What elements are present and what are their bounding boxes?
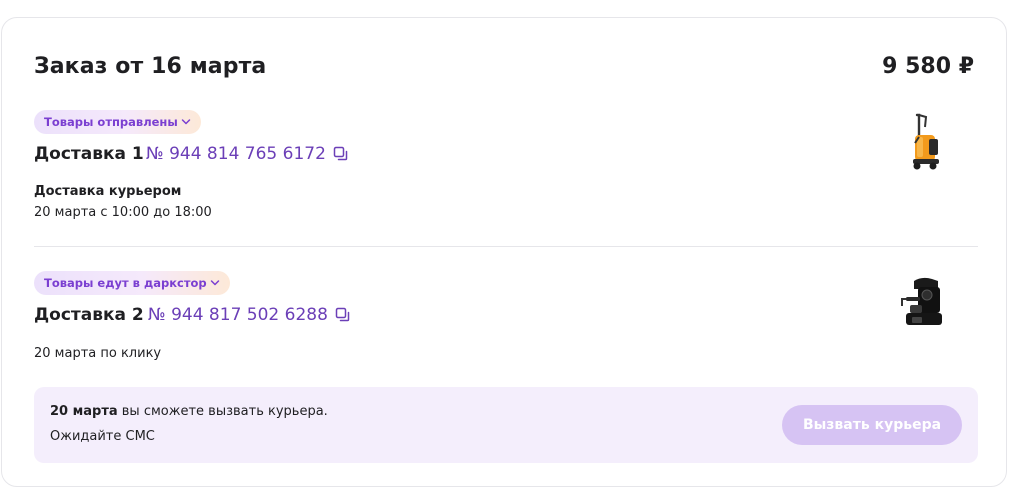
- chevron-down-icon: [210, 279, 220, 287]
- pressure-washer-icon: [913, 113, 939, 170]
- order-total: 9 580 ₽: [882, 54, 974, 79]
- notice-sub: Ожидайте СМС: [50, 429, 155, 444]
- chevron-down-icon: [181, 118, 191, 126]
- delivery-1-status-chip[interactable]: Товары отправлены: [34, 110, 201, 134]
- product-thumbnail-pressure-washer[interactable]: [889, 107, 959, 177]
- coffee-machine-icon: [901, 277, 942, 325]
- notice-message: 20 марта вы сможете вызвать курьера.: [50, 404, 328, 419]
- delivery-1-label: Доставка 1: [34, 144, 144, 164]
- delivery-1-method: Доставка курьером: [34, 184, 182, 199]
- courier-notice: 20 марта вы сможете вызвать курьера. Ожи…: [34, 387, 978, 463]
- copy-icon[interactable]: [335, 307, 351, 323]
- notice-text: вы сможете вызвать курьера.: [117, 404, 328, 419]
- delivery-2-number-text: № 944 817 502 6288: [148, 305, 328, 325]
- delivery-1-number-text: № 944 814 765 6172: [146, 144, 326, 164]
- delivery-2-status-label: Товары едут в даркстор: [44, 276, 207, 290]
- delivery-2-status-chip[interactable]: Товары едут в даркстор: [34, 271, 230, 295]
- copy-icon[interactable]: [333, 146, 349, 162]
- section-divider: [34, 246, 978, 247]
- delivery-1-date: 20 марта с 10:00 до 18:00: [34, 205, 212, 220]
- call-courier-button[interactable]: Вызвать курьера: [782, 405, 962, 445]
- order-card: Заказ от 16 марта 9 580 ₽ Товары отправл…: [1, 17, 1007, 487]
- delivery-2-number[interactable]: № 944 817 502 6288: [148, 305, 351, 325]
- delivery-1-number[interactable]: № 944 814 765 6172: [146, 144, 349, 164]
- delivery-1-status-label: Товары отправлены: [44, 115, 178, 129]
- order-title: Заказ от 16 марта: [34, 54, 267, 79]
- delivery-2-label: Доставка 2: [34, 305, 144, 325]
- delivery-2-date: 20 марта по клику: [34, 346, 162, 361]
- notice-date: 20 марта: [50, 404, 118, 419]
- product-thumbnail-coffee-machine[interactable]: [887, 268, 957, 338]
